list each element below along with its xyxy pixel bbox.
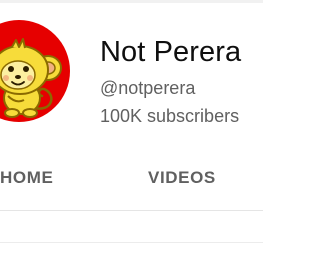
monkey-icon <box>0 38 62 118</box>
tab-videos[interactable]: VIDEOS <box>148 167 216 189</box>
channel-handle: @notperera <box>100 78 196 98</box>
channel-name: Not Perera <box>100 36 242 68</box>
top-divider <box>0 0 263 3</box>
channel-avatar[interactable] <box>0 20 70 122</box>
content-divider <box>0 242 263 243</box>
channel-page: Not Perera @notperera 100K subscribers H… <box>0 0 263 263</box>
tabs-divider <box>0 210 263 211</box>
subscriber-count: 100K subscribers <box>100 106 240 126</box>
tab-home[interactable]: HOME <box>0 167 53 189</box>
